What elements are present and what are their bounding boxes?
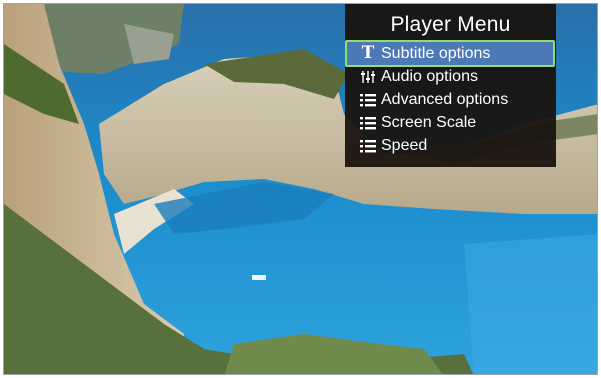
video-frame: Player Menu T Subtitle options Audio opt… xyxy=(3,3,598,375)
menu-list: T Subtitle options Audio options Advance… xyxy=(345,40,556,157)
menu-item-subtitle-options[interactable]: T Subtitle options xyxy=(345,40,555,67)
menu-item-screen-scale[interactable]: Screen Scale xyxy=(345,111,556,134)
menu-item-speed[interactable]: Speed xyxy=(345,134,556,157)
player-menu: Player Menu T Subtitle options Audio opt… xyxy=(345,4,556,167)
menu-item-label: Audio options xyxy=(381,67,478,85)
subtitle-T-icon: T xyxy=(361,43,375,63)
menu-item-label: Advanced options xyxy=(381,90,509,108)
menu-item-label: Screen Scale xyxy=(381,113,477,131)
equalizer-sliders-icon xyxy=(359,69,377,85)
list-icon xyxy=(359,92,377,108)
menu-item-label: Speed xyxy=(381,136,428,154)
menu-item-advanced-options[interactable]: Advanced options xyxy=(345,88,556,111)
menu-title: Player Menu xyxy=(390,13,511,36)
menu-item-label: Subtitle options xyxy=(381,44,491,62)
list-icon xyxy=(359,138,377,154)
list-icon xyxy=(359,115,377,131)
menu-item-audio-options[interactable]: Audio options xyxy=(345,65,556,88)
